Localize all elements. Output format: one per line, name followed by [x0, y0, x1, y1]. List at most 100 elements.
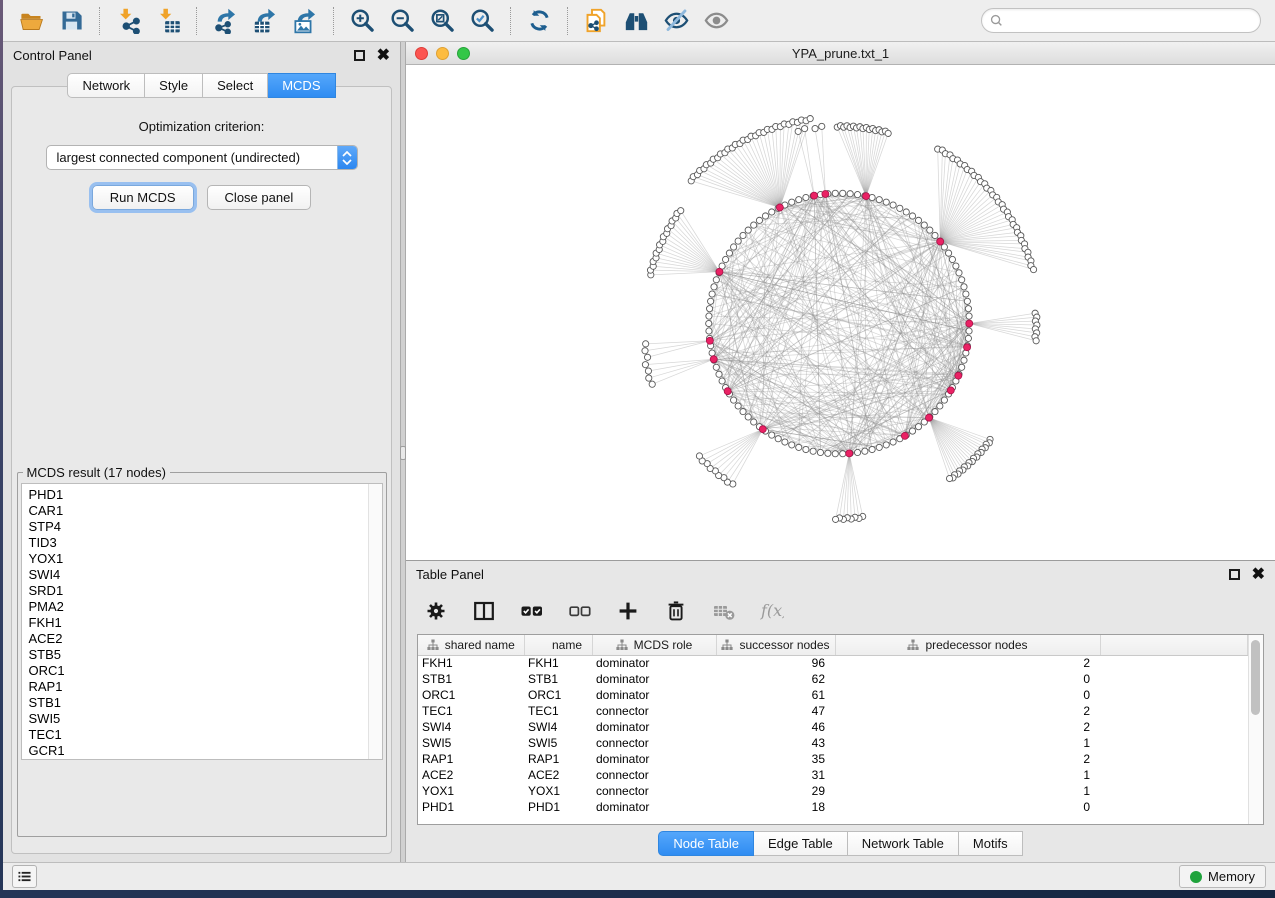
cell-successor-nodes[interactable]: 47	[716, 703, 835, 719]
export-network-icon[interactable]	[205, 3, 245, 39]
cell-successor-nodes[interactable]: 31	[716, 767, 835, 783]
mcds-result-item[interactable]: ORC1	[29, 663, 368, 679]
column-header[interactable]: name	[524, 635, 592, 655]
cell-mcds-role[interactable]: connector	[592, 703, 716, 719]
zoom-selected-icon[interactable]	[462, 3, 502, 39]
mcds-result-item[interactable]: PHD1	[29, 487, 368, 503]
cell-predecessor-nodes[interactable]: 0	[835, 799, 1100, 815]
cell-successor-nodes[interactable]: 96	[716, 655, 835, 671]
cell-predecessor-nodes[interactable]: 1	[835, 735, 1100, 751]
refresh-view-icon[interactable]	[519, 3, 559, 39]
zoom-fit-icon[interactable]	[422, 3, 462, 39]
control-panel-tab[interactable]: Select	[203, 73, 268, 98]
mcds-result-item[interactable]: SWI4	[29, 567, 368, 583]
cell-successor-nodes[interactable]: 46	[716, 719, 835, 735]
table-row[interactable]: RAP1 RAP1 dominator 35 2	[418, 751, 1248, 767]
add-column-icon[interactable]	[614, 597, 642, 625]
cell-mcds-role[interactable]: dominator	[592, 687, 716, 703]
import-network-icon[interactable]	[108, 3, 148, 39]
search-network-icon[interactable]	[616, 3, 656, 39]
table-float-panel-icon[interactable]	[1229, 569, 1240, 580]
column-header[interactable]: MCDS role	[592, 635, 716, 655]
close-panel-button[interactable]: Close panel	[207, 185, 312, 210]
cell-shared-name[interactable]: PHD1	[418, 799, 524, 815]
mcds-result-item[interactable]: ACE2	[29, 631, 368, 647]
control-panel-tab[interactable]: Style	[145, 73, 203, 98]
close-panel-icon[interactable]: ✖	[377, 50, 390, 61]
table-row[interactable]: SWI4 SWI4 dominator 46 2	[418, 719, 1248, 735]
cell-name[interactable]: TEC1	[524, 703, 592, 719]
table-row[interactable]: ACE2 ACE2 connector 31 1	[418, 767, 1248, 783]
cell-successor-nodes[interactable]: 62	[716, 671, 835, 687]
mcds-result-item[interactable]: TEC1	[29, 727, 368, 743]
cell-shared-name[interactable]: TEC1	[418, 703, 524, 719]
search-input[interactable]	[1008, 14, 1252, 28]
float-panel-icon[interactable]	[354, 50, 365, 61]
cell-shared-name[interactable]: FKH1	[418, 655, 524, 671]
open-file-icon[interactable]	[11, 3, 51, 39]
table-tab[interactable]: Edge Table	[754, 831, 848, 856]
cell-name[interactable]: YOX1	[524, 783, 592, 799]
cell-name[interactable]: SWI4	[524, 719, 592, 735]
mcds-result-item[interactable]: YOX1	[29, 551, 368, 567]
mcds-result-item[interactable]: GCR1	[29, 743, 368, 759]
cell-shared-name[interactable]: SWI4	[418, 719, 524, 735]
cell-successor-nodes[interactable]: 29	[716, 783, 835, 799]
cell-name[interactable]: FKH1	[524, 655, 592, 671]
zoom-in-icon[interactable]	[342, 3, 382, 39]
save-session-icon[interactable]	[51, 3, 91, 39]
control-panel-tab[interactable]: Network	[67, 73, 145, 98]
cell-successor-nodes[interactable]: 35	[716, 751, 835, 767]
show-graphics-icon[interactable]	[696, 3, 736, 39]
column-header[interactable]: successor nodes	[716, 635, 835, 655]
mcds-result-item[interactable]: RAP1	[29, 679, 368, 695]
table-tab[interactable]: Motifs	[959, 831, 1023, 856]
table-row[interactable]: YOX1 YOX1 connector 29 1	[418, 783, 1248, 799]
mcds-result-item[interactable]: STB1	[29, 695, 368, 711]
hide-graphics-icon[interactable]	[656, 3, 696, 39]
export-table-icon[interactable]	[245, 3, 285, 39]
table-close-panel-icon[interactable]: ✖	[1252, 569, 1265, 580]
table-row[interactable]: TEC1 TEC1 connector 47 2	[418, 703, 1248, 719]
network-canvas[interactable]	[406, 65, 1275, 560]
cell-predecessor-nodes[interactable]: 2	[835, 703, 1100, 719]
scrollbar-thumb[interactable]	[1251, 640, 1260, 715]
function-builder-icon[interactable]	[758, 597, 786, 625]
cell-predecessor-nodes[interactable]: 0	[835, 687, 1100, 703]
mcds-result-item[interactable]: STB5	[29, 647, 368, 663]
cell-mcds-role[interactable]: dominator	[592, 751, 716, 767]
mcds-result-item[interactable]: CAR1	[29, 503, 368, 519]
cell-predecessor-nodes[interactable]: 0	[835, 671, 1100, 687]
cell-shared-name[interactable]: RAP1	[418, 751, 524, 767]
cell-mcds-role[interactable]: connector	[592, 767, 716, 783]
mcds-result-item[interactable]: TID3	[29, 535, 368, 551]
cell-mcds-role[interactable]: dominator	[592, 655, 716, 671]
select-all-icon[interactable]	[518, 597, 546, 625]
mcds-list-scrollbar[interactable]	[368, 484, 382, 759]
settings-gear-icon[interactable]	[422, 597, 450, 625]
cell-name[interactable]: RAP1	[524, 751, 592, 767]
column-header[interactable]: shared name	[418, 635, 524, 655]
zoom-out-icon[interactable]	[382, 3, 422, 39]
cell-successor-nodes[interactable]: 43	[716, 735, 835, 751]
cell-successor-nodes[interactable]: 18	[716, 799, 835, 815]
table-row[interactable]: STB1 STB1 dominator 62 0	[418, 671, 1248, 687]
cell-name[interactable]: ORC1	[524, 687, 592, 703]
cell-mcds-role[interactable]: dominator	[592, 799, 716, 815]
cell-name[interactable]: STB1	[524, 671, 592, 687]
cell-mcds-role[interactable]: dominator	[592, 719, 716, 735]
import-table-icon[interactable]	[148, 3, 188, 39]
table-tab[interactable]: Network Table	[848, 831, 959, 856]
table-row[interactable]: SWI5 SWI5 connector 43 1	[418, 735, 1248, 751]
cell-mcds-role[interactable]: connector	[592, 735, 716, 751]
column-header[interactable]: predecessor nodes	[835, 635, 1100, 655]
table-tab[interactable]: Node Table	[658, 831, 754, 856]
delete-column-icon[interactable]	[662, 597, 690, 625]
cell-successor-nodes[interactable]: 61	[716, 687, 835, 703]
table-vertical-scrollbar[interactable]	[1248, 635, 1263, 824]
optimization-criterion-select[interactable]: largest connected component (undirected)	[46, 145, 358, 170]
mcds-result-item[interactable]: SRD1	[29, 583, 368, 599]
clone-network-icon[interactable]	[576, 3, 616, 39]
table-row[interactable]: PHD1 PHD1 dominator 18 0	[418, 799, 1248, 815]
cell-shared-name[interactable]: ORC1	[418, 687, 524, 703]
